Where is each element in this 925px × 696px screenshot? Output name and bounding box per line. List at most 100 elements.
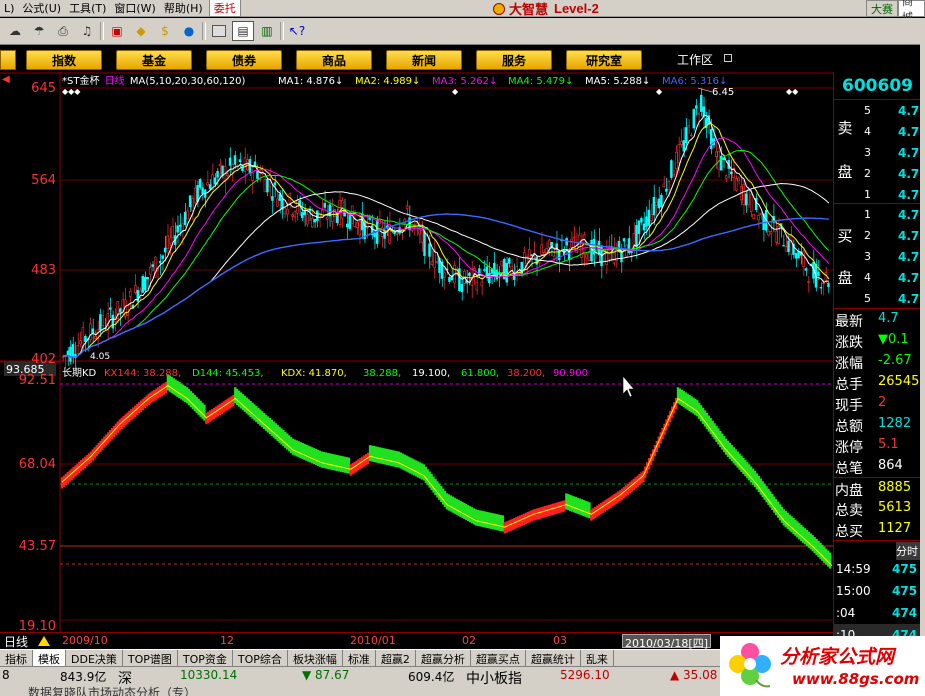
sh-marker: 8	[2, 668, 10, 682]
quote-stat-value: 8885	[878, 480, 912, 495]
cloud-up-icon[interactable]: ☁	[4, 21, 26, 41]
period-up-arrow-icon[interactable]	[38, 636, 50, 646]
tab-8[interactable]: 超赢2	[376, 650, 416, 667]
dasai-button[interactable]: 大赛	[866, 0, 898, 17]
nav-news-button[interactable]: 新闻	[386, 50, 462, 70]
dollar-icon[interactable]: $	[154, 21, 176, 41]
vertical-scrollbar[interactable]	[920, 18, 925, 648]
tab-6[interactable]: 板块涨幅	[288, 650, 343, 667]
candle-body	[530, 254, 533, 256]
sell-level-price[interactable]: 4.7	[898, 146, 919, 160]
nav-commodity-button[interactable]: 商品	[296, 50, 372, 70]
sell-level-price[interactable]: 4.7	[898, 167, 919, 181]
nav-bond-button[interactable]: 债券	[206, 50, 282, 70]
tab-12[interactable]: 乱来	[581, 650, 614, 667]
entrust-button[interactable]: 委托	[208, 0, 241, 17]
quote-stat-value: 26545	[878, 374, 920, 389]
sell-level-index: 2	[864, 167, 871, 180]
buy-level-price[interactable]: 4.7	[898, 208, 919, 222]
buy-level-price[interactable]: 4.7	[898, 292, 919, 306]
tick-time: 14:59	[836, 562, 871, 576]
watermark-title: 分析家公式网	[780, 646, 895, 668]
sell-level-price[interactable]: 4.7	[898, 104, 919, 118]
tab-7[interactable]: 标准	[343, 650, 376, 667]
menu-item-help[interactable]: 帮助(H)	[160, 0, 207, 16]
help-pointer-icon[interactable]: ↖?	[286, 21, 308, 41]
books-icon[interactable]: ▥	[256, 21, 278, 41]
candle-body	[321, 210, 324, 218]
candle-body	[657, 198, 661, 209]
window-icon[interactable]	[208, 21, 230, 41]
kd-legend-item: 38.288,	[363, 368, 401, 379]
candle-body	[652, 196, 656, 216]
event-marker: ◆◆	[786, 87, 799, 96]
nav-fund-button[interactable]: 基金	[116, 50, 192, 70]
kd-axis-label: 19.10	[19, 619, 56, 632]
candle-body	[201, 187, 204, 194]
tab-3[interactable]: TOP谱图	[123, 650, 178, 667]
nav-service-button[interactable]: 服务	[476, 50, 552, 70]
candle-body	[490, 268, 494, 274]
candle-body	[148, 267, 152, 275]
date-label: 02	[462, 634, 476, 647]
printer-icon[interactable]: ⎙	[52, 21, 74, 41]
buy-level-price[interactable]: 4.7	[898, 250, 919, 264]
stock-title: *ST金杯	[62, 74, 99, 87]
menu-item-formula[interactable]: 公式(U)	[18, 0, 65, 16]
menu-item-l[interactable]: L)	[0, 2, 18, 15]
quote-stat-row: 涨跌 ▼0.1	[834, 330, 921, 352]
candle-body	[323, 203, 327, 208]
menu-item-tools[interactable]: 工具(T)	[65, 0, 110, 16]
shangcheng-button[interactable]: 商城	[898, 0, 925, 24]
tab-4[interactable]: TOP资金	[178, 650, 233, 667]
candle-body	[171, 226, 174, 238]
tab-9[interactable]: 超赢分析	[416, 650, 471, 667]
tab-11[interactable]: 超赢统计	[526, 650, 581, 667]
nav-left-stub[interactable]	[0, 50, 16, 70]
stock-code[interactable]: 600609	[834, 72, 921, 100]
date-label: 12	[220, 634, 234, 647]
tab-0[interactable]: 指标	[0, 650, 33, 667]
bell-icon[interactable]: ♫	[76, 21, 98, 41]
sell-label: 卖	[837, 119, 853, 137]
candle-body	[804, 268, 808, 271]
kline-chart[interactable]: 645 564 483 402 93.685 ◀ *ST金杯 日线 MA(5,1…	[0, 72, 833, 632]
tab-bar: 指标 模板 DDE决策 TOP谱图 TOP资金 TOP综合 板块涨幅 标准 超赢2 超赢分析 超赢买…	[0, 649, 720, 667]
gold-icon[interactable]: ◆	[130, 21, 152, 41]
menu-item-window[interactable]: 窗口(W)	[110, 0, 159, 16]
chart-header: *ST金杯 日线 MA(5,10,20,30,60,120)	[62, 74, 245, 87]
coin-icon[interactable]: ●	[178, 21, 200, 41]
tab-10[interactable]: 超赢买点	[471, 650, 526, 667]
buy-level-price[interactable]: 4.7	[898, 271, 919, 285]
candle-body	[729, 171, 733, 175]
tab-5[interactable]: TOP综合	[233, 650, 288, 667]
candle-body	[71, 344, 75, 358]
picture-icon[interactable]: ▣	[106, 21, 128, 41]
buy-label: 盘	[837, 269, 853, 287]
candle-body	[714, 151, 718, 157]
candle-body	[784, 246, 788, 252]
sz-index: 10330.14	[180, 668, 238, 682]
kd-axis-label: 92.51	[19, 373, 56, 388]
cloud-down-icon[interactable]: ☂	[28, 21, 50, 41]
period-tab-label[interactable]: 日线	[4, 633, 28, 650]
nav-index-button[interactable]: 指数	[26, 50, 102, 70]
buy-level-price[interactable]: 4.7	[898, 229, 919, 243]
candle-body	[645, 216, 648, 227]
grid-icon[interactable]: ▤	[232, 21, 254, 41]
nav-research-button[interactable]: 研究室	[566, 50, 642, 70]
tick-row: :04 474	[834, 602, 921, 624]
candle-body	[121, 299, 125, 311]
sell-level-price[interactable]: 4.7	[898, 188, 919, 202]
workzone-label[interactable]: 工作区	[677, 51, 713, 68]
tab-2[interactable]: DDE决策	[66, 650, 123, 667]
candle-body	[335, 215, 339, 223]
tab-1[interactable]: 模板	[33, 650, 66, 667]
candle-body	[642, 223, 646, 231]
price-axis-label: 483	[31, 263, 56, 278]
sell-level-price[interactable]: 4.7	[898, 125, 919, 139]
candle-body	[660, 194, 663, 208]
workzone-dropdown-icon[interactable]	[724, 54, 732, 62]
ma-legend-item: MA3: 5.262↓	[432, 76, 497, 87]
quote-stat-label: 总买	[835, 524, 863, 540]
